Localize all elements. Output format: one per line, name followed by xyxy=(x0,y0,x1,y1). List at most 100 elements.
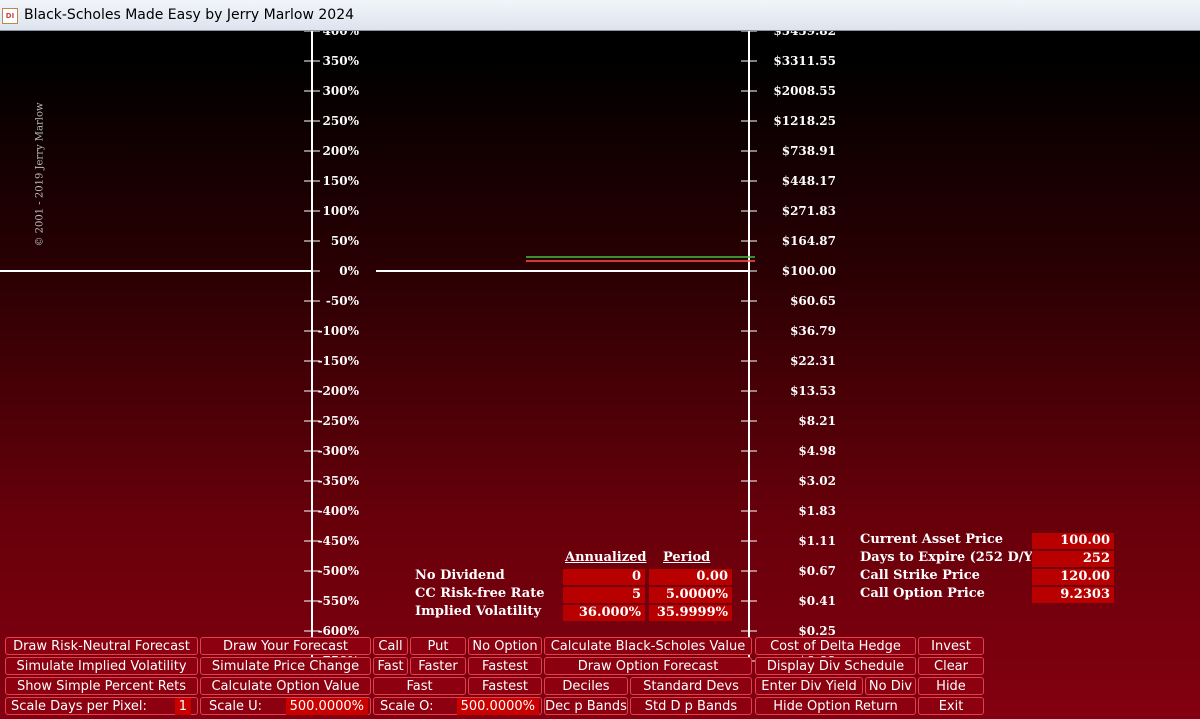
right-tick-label: $0.25 xyxy=(798,624,836,638)
show-simple-percent-button[interactable]: Show Simple Percent Rets xyxy=(5,677,198,695)
app-icon: DI xyxy=(2,8,18,24)
right-tick-label: $5459.82 xyxy=(773,31,836,38)
dividend-period-field[interactable]: 0.00 xyxy=(649,569,732,585)
deciles-button[interactable]: Deciles xyxy=(544,677,628,695)
left-tick-label: -100% xyxy=(318,324,360,338)
left-tick-label: -350% xyxy=(318,474,360,488)
clear-button[interactable]: Clear xyxy=(918,657,984,675)
enter-div-yield-button[interactable]: Enter Div Yield xyxy=(755,677,863,695)
risk-free-annualized-field[interactable]: 5 xyxy=(563,587,645,603)
faster-sim-button[interactable]: Faster xyxy=(410,657,466,675)
draw-risk-neutral-button[interactable]: Draw Risk-Neutral Forecast xyxy=(5,637,198,655)
scale-o-control[interactable]: Scale O: 500.0000% xyxy=(373,697,542,715)
right-tick-label: $3.02 xyxy=(798,474,836,488)
left-tick-label: -200% xyxy=(318,384,360,398)
left-tick-label: -50% xyxy=(326,294,360,308)
fastest-calc-button[interactable]: Fastest xyxy=(468,677,542,695)
scale-days-control[interactable]: Scale Days per Pixel: 1 xyxy=(5,697,198,715)
left-tick-label: -250% xyxy=(318,414,360,428)
left-tick-label: 50% xyxy=(331,234,360,248)
implied-vol-label: Implied Volatility xyxy=(415,604,541,619)
main-canvas: © 2001 - 2019 Jerry Marlow 400% 350% 300% 2… xyxy=(0,31,1200,719)
left-tick-label: 350% xyxy=(323,54,360,68)
no-option-button[interactable]: No Option xyxy=(468,637,542,655)
hide-option-return-button[interactable]: Hide Option Return xyxy=(755,697,916,715)
dividend-annualized-field[interactable]: 0 xyxy=(563,569,645,585)
option-price-field: 9.2303 xyxy=(1032,587,1114,603)
fast-calc-button[interactable]: Fast xyxy=(373,677,466,695)
left-tick-label: 250% xyxy=(323,114,360,128)
right-tick-label: $271.83 xyxy=(782,204,836,218)
scale-o-field[interactable]: 500.0000% xyxy=(456,698,539,715)
no-div-button[interactable]: No Div xyxy=(865,677,916,695)
right-tick-label: $0.41 xyxy=(798,594,836,608)
right-tick-label: $60.65 xyxy=(790,294,836,308)
fastest-sim-button[interactable]: Fastest xyxy=(468,657,542,675)
left-tick-label: -150% xyxy=(318,354,360,368)
right-price-axis: $5459.82 $3311.55 $2008.55 $1218.25 $738.91 $… xyxy=(741,31,836,671)
days-to-expire-field[interactable]: 252 xyxy=(1032,551,1114,567)
asset-price-field[interactable]: 100.00 xyxy=(1032,533,1114,549)
risk-free-period-field[interactable]: 5.0000% xyxy=(649,587,732,603)
scale-days-label: Scale Days per Pixel: xyxy=(11,699,147,714)
right-tick-label: $36.79 xyxy=(790,324,836,338)
implied-vol-period-field[interactable]: 35.9999% xyxy=(649,605,732,621)
right-tick-label: $8.21 xyxy=(798,414,836,428)
left-percent-axis: 400% 350% 300% 250% 200% 150% 100% 50% 0% -50% -10… xyxy=(304,31,360,671)
simulate-price-change-button[interactable]: Simulate Price Change xyxy=(200,657,371,675)
left-tick-label: -550% xyxy=(318,594,360,608)
scale-days-field[interactable]: 1 xyxy=(174,698,191,715)
forecast-lines xyxy=(0,256,755,272)
display-div-schedule-button[interactable]: Display Div Schedule xyxy=(755,657,916,675)
strike-price-field[interactable]: 120.00 xyxy=(1032,569,1114,585)
risk-free-label: CC Risk-free Rate xyxy=(415,586,545,601)
scale-o-label: Scale O: xyxy=(380,699,434,714)
right-tick-label: $1.11 xyxy=(798,534,836,548)
days-to-expire-label: Days to Expire (252 D/Y) xyxy=(860,550,1039,565)
right-tick-label: $164.87 xyxy=(782,234,836,248)
fast-sim-button[interactable]: Fast xyxy=(373,657,408,675)
standard-devs-button[interactable]: Standard Devs xyxy=(630,677,752,695)
right-tick-label: $4.98 xyxy=(798,444,836,458)
right-tick-label: $448.17 xyxy=(782,174,836,188)
put-button[interactable]: Put xyxy=(410,637,466,655)
left-tick-label: -300% xyxy=(318,444,360,458)
scale-u-field[interactable]: 500.0000% xyxy=(285,698,368,715)
invest-button[interactable]: Invest xyxy=(918,637,984,655)
draw-option-forecast-button[interactable]: Draw Option Forecast xyxy=(544,657,752,675)
right-tick-label: $22.31 xyxy=(790,354,836,368)
scale-u-label: Scale U: xyxy=(209,699,263,714)
std-d-p-bands-button[interactable]: Std D p Bands xyxy=(630,697,752,715)
right-tick-label: $738.91 xyxy=(782,144,836,158)
hide-button[interactable]: Hide xyxy=(918,677,984,695)
dec-p-bands-button[interactable]: Dec p Bands xyxy=(544,697,628,715)
calculate-option-value-button[interactable]: Calculate Option Value xyxy=(200,677,371,695)
right-tick-label: $1.83 xyxy=(798,504,836,518)
right-tick-label: $13.53 xyxy=(790,384,836,398)
calculate-bs-button[interactable]: Calculate Black-Scholes Value xyxy=(544,637,752,655)
call-button[interactable]: Call xyxy=(373,637,408,655)
right-tick-label: $0.67 xyxy=(798,564,836,578)
left-tick-label: -400% xyxy=(318,504,360,518)
option-price-label: Call Option Price xyxy=(860,586,985,601)
left-tick-label: 400% xyxy=(323,31,360,38)
left-tick-label: -600% xyxy=(318,624,360,638)
asset-price-label: Current Asset Price xyxy=(860,532,1004,547)
exit-button[interactable]: Exit xyxy=(918,697,984,715)
left-tick-label: 200% xyxy=(323,144,360,158)
implied-vol-annualized-field[interactable]: 36.000% xyxy=(563,605,645,621)
left-tick-label: -450% xyxy=(318,534,360,548)
annualized-header: Annualized xyxy=(565,550,647,565)
right-tick-label: $1218.25 xyxy=(773,114,836,128)
draw-your-forecast-button[interactable]: Draw Your Forecast xyxy=(200,637,371,655)
scale-u-control[interactable]: Scale U: 500.0000% xyxy=(200,697,371,715)
left-tick-label: -500% xyxy=(318,564,360,578)
dividend-label: No Dividend xyxy=(415,568,505,583)
right-tick-label: $100.00 xyxy=(782,264,836,278)
simulate-implied-vol-button[interactable]: Simulate Implied Volatility xyxy=(5,657,198,675)
right-tick-label: $2008.55 xyxy=(773,84,836,98)
strike-price-label: Call Strike Price xyxy=(860,568,980,583)
left-tick-label: 150% xyxy=(323,174,360,188)
left-tick-label: 100% xyxy=(323,204,360,218)
cost-delta-hedge-button[interactable]: Cost of Delta Hedge xyxy=(755,637,916,655)
